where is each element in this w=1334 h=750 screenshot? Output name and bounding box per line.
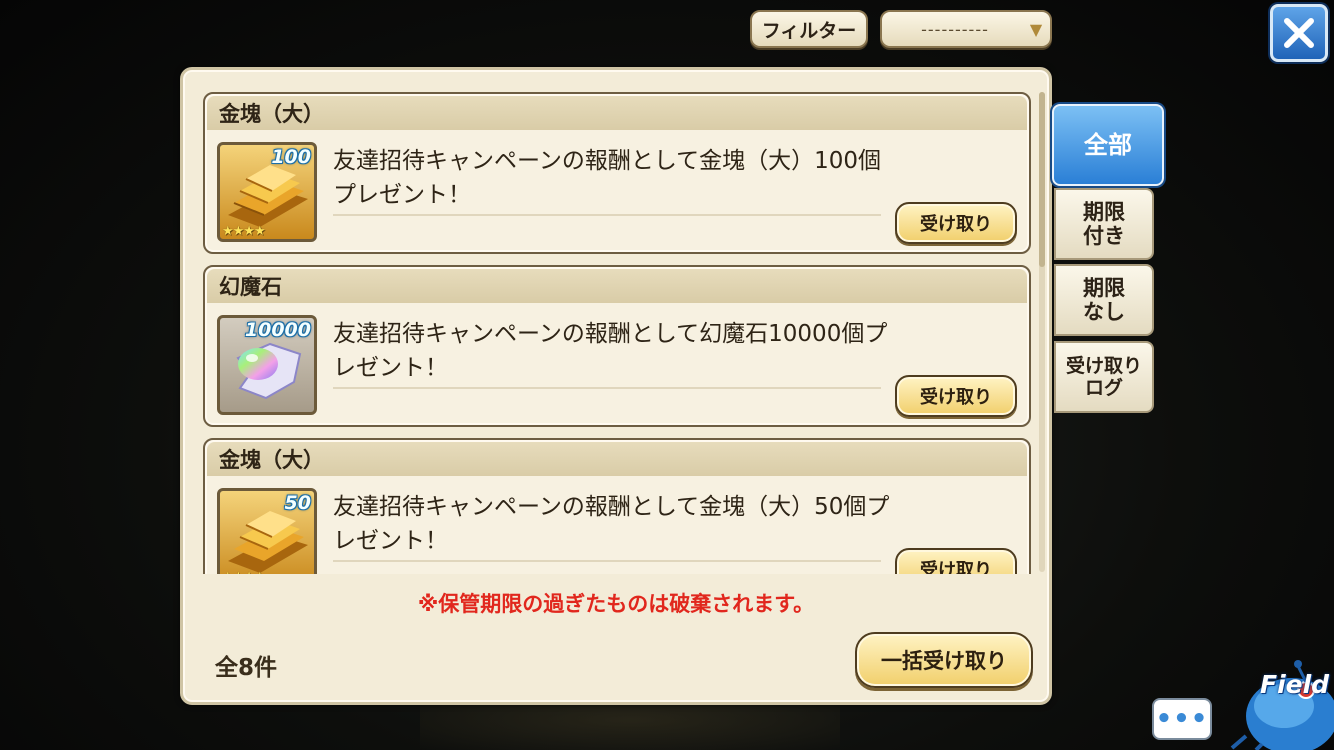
field-label: Field	[1260, 670, 1330, 699]
divider	[333, 387, 881, 389]
receive-button[interactable]: 受け取り	[895, 375, 1017, 417]
item-quantity: 50	[284, 492, 311, 514]
filter-button[interactable]: フィルター	[750, 10, 868, 48]
tab-all[interactable]: 全部	[1052, 104, 1164, 186]
chat-button[interactable]: •••	[1152, 698, 1212, 740]
tab-with-expiry[interactable]: 期限 付き	[1054, 188, 1154, 260]
list-item: 金塊（大） 50 ★★★★ 友達招待キャンペーンの報酬として金塊（大）50個プレ…	[203, 438, 1031, 574]
scrollbar-thumb[interactable]	[1039, 92, 1045, 267]
filter-dropdown-value: ----------	[921, 19, 989, 39]
rarity-stars-icon: ★★★★	[222, 570, 266, 574]
field-button[interactable]: Field	[1222, 656, 1334, 750]
tab-no-expiry[interactable]: 期限 なし	[1054, 264, 1154, 336]
item-description: 友達招待キャンペーンの報酬として幻魔石10000個プレゼント！	[333, 321, 888, 381]
rainbow-stone-icon: 10000	[217, 315, 317, 415]
present-list[interactable]: 金塊（大） 100 ★★★★ 友達招待キャンペーンの報酬として金塊（大）100個…	[201, 88, 1035, 574]
list-item: 金塊（大） 100 ★★★★ 友達招待キャンペーンの報酬として金塊（大）100個…	[203, 92, 1031, 254]
item-title-bar	[207, 96, 1027, 130]
total-count: 全8件	[215, 655, 278, 681]
expiry-notice: ※保管期限の過ぎたものは破棄されます。	[417, 592, 815, 616]
item-description: 友達招待キャンペーンの報酬として金塊（大）100個プレゼント！	[333, 148, 882, 208]
item-title-bar	[207, 442, 1027, 476]
receive-button[interactable]: 受け取り	[895, 548, 1017, 574]
item-quantity: 10000	[244, 319, 311, 341]
bulk-receive-button[interactable]: 一括受け取り	[855, 632, 1033, 688]
close-icon	[1284, 18, 1314, 48]
gold-bars-icon: 50 ★★★★	[217, 488, 317, 574]
chat-bubble-icon: •••	[1155, 704, 1209, 734]
item-title-bar	[207, 269, 1027, 303]
gold-bars-icon: 100 ★★★★	[217, 142, 317, 242]
chevron-down-icon: ▼	[1029, 19, 1043, 39]
receive-button[interactable]: 受け取り	[895, 202, 1017, 244]
close-button[interactable]	[1270, 4, 1328, 62]
scrollbar[interactable]	[1039, 92, 1045, 572]
divider	[333, 560, 881, 562]
tab-receive-log[interactable]: 受け取り ログ	[1054, 341, 1154, 413]
list-item: 幻魔石 10000 友達招待キャンペーンの報酬として幻魔石10000個プレゼント…	[203, 265, 1031, 427]
present-box-panel: 金塊（大） 100 ★★★★ 友達招待キャンペーンの報酬として金塊（大）100個…	[180, 67, 1052, 705]
item-title: 金塊（大）	[219, 102, 324, 126]
item-description: 友達招待キャンペーンの報酬として金塊（大）50個プレゼント！	[333, 494, 890, 554]
divider	[333, 214, 881, 216]
item-quantity: 100	[271, 146, 311, 168]
item-title: 幻魔石	[219, 275, 282, 299]
item-title: 金塊（大）	[219, 448, 324, 472]
rarity-stars-icon: ★★★★	[222, 224, 266, 239]
filter-dropdown[interactable]: ---------- ▼	[880, 10, 1052, 48]
